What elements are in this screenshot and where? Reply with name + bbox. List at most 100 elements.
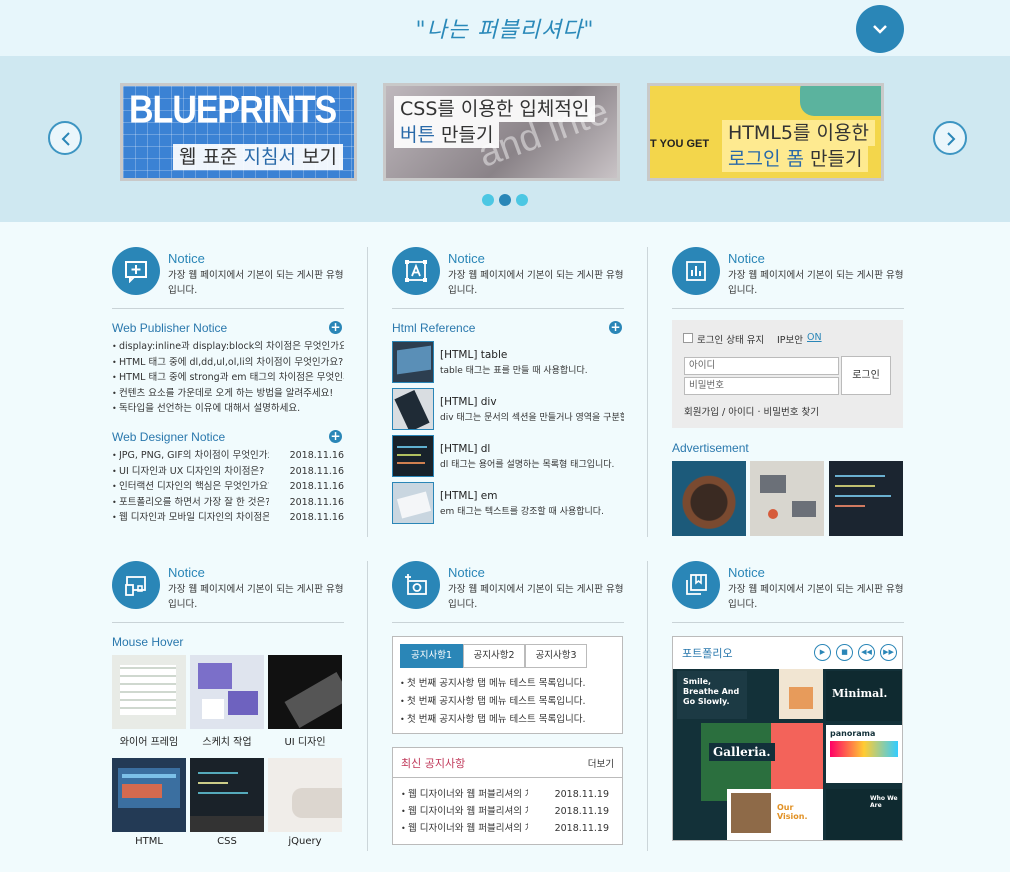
tab-notice-2[interactable]: 공지사항2 bbox=[463, 644, 525, 668]
designer-notice-title[interactable]: Web Designer Notice bbox=[112, 430, 225, 444]
reference-item[interactable]: [HTML] dl dl 태그는 용어를 설명하는 목록형 태그입니다. bbox=[392, 435, 624, 477]
portfolio-card: Our Vision. bbox=[727, 789, 823, 840]
gallery-image-jquery[interactable] bbox=[268, 758, 342, 832]
item-date: 2018.11.16 bbox=[285, 448, 344, 464]
gallery-image-sketch[interactable] bbox=[190, 655, 264, 729]
tab-notice-1[interactable]: 공지사항1 bbox=[400, 644, 463, 668]
keep-login-checkbox[interactable] bbox=[683, 333, 693, 343]
slider-dot[interactable] bbox=[482, 194, 494, 206]
list-item[interactable]: 첫 번째 공지사항 탭 메뉴 테스트 목록입니다. bbox=[400, 693, 615, 711]
list-item[interactable]: 포트폴리오를 하면서 가장 잘 한 것은? 2018.11.16 bbox=[112, 494, 344, 511]
tab-content-list: 첫 번째 공지사항 탭 메뉴 테스트 목록입니다. 첫 번째 공지사항 탭 메뉴… bbox=[400, 675, 615, 729]
gallery-image-html[interactable] bbox=[112, 758, 186, 832]
slide-css-button[interactable]: and inte CSS를 이용한 입체적인 버튼 만들기 bbox=[383, 83, 620, 181]
item-title: 인터랙션 디자인의 핵심은 무엇인가요? bbox=[119, 481, 269, 493]
more-plus-icon[interactable]: + bbox=[329, 430, 342, 443]
signup-find-links[interactable]: 회원가입 / 아이디 · 비밀번호 찾기 bbox=[684, 404, 819, 418]
ad-image-3[interactable] bbox=[829, 461, 903, 536]
portfolio-card bbox=[779, 669, 823, 719]
notice-description: 가장 웹 페이지에서 기본이 되는 게시판 유형입니다. bbox=[728, 584, 904, 610]
tab-notice-3[interactable]: 공지사항3 bbox=[525, 644, 587, 668]
bookmark-pages-icon bbox=[686, 574, 707, 595]
publisher-notice-list: display:inline과 display:block의 차이점은 무엇인가… bbox=[112, 339, 344, 417]
more-plus-icon[interactable]: + bbox=[329, 321, 342, 334]
list-item[interactable]: HTML 태그 중에 strong과 em 태그의 차이점은 무엇인가요? bbox=[112, 370, 344, 386]
list-item[interactable]: 웹 디자이너와 웹 퍼블리셔의 차이 2018.11.19 bbox=[401, 803, 609, 820]
prev-button[interactable]: ◀◀ bbox=[858, 644, 875, 661]
list-item[interactable]: 웹 디자인과 모바일 디자인의 차이점은? 2018.11.16 bbox=[112, 510, 344, 526]
notice-header: Notice 가장 웹 페이지에서 기본이 되는 게시판 유형입니다. bbox=[392, 561, 624, 621]
divider bbox=[672, 622, 904, 623]
card-text: Our Vision. bbox=[777, 803, 808, 821]
notice-title[interactable]: Notice bbox=[448, 251, 485, 266]
publisher-notice-title[interactable]: Web Publisher Notice bbox=[112, 321, 227, 335]
gallery-caption: UI 디자인 bbox=[284, 737, 326, 748]
list-item[interactable]: 웹 디자이너와 웹 퍼블리셔의 차이 2018.11.19 bbox=[401, 786, 609, 803]
portfolio-gallery[interactable]: Smile, Breathe And Go Slowly. Minimal. G… bbox=[673, 669, 902, 840]
list-item[interactable]: JPG, PNG, GIF의 차이점이 무엇인가요? 2018.11.16 bbox=[112, 448, 344, 464]
notice-title[interactable]: Notice bbox=[168, 251, 205, 266]
next-button[interactable]: ▶▶ bbox=[880, 644, 897, 661]
gallery-image-wireframe[interactable] bbox=[112, 655, 186, 729]
reference-item[interactable]: [HTML] em em 태그는 텍스트를 강조할 때 사용합니다. bbox=[392, 482, 624, 524]
caption-highlight: 로그인 폼 bbox=[728, 148, 804, 170]
bar-chart-icon bbox=[686, 261, 706, 281]
play-button[interactable]: ▶ bbox=[814, 644, 831, 661]
item-date: 2018.11.19 bbox=[550, 786, 609, 803]
reference-description: div 태그는 문서의 섹션을 만들거나 영역을 구분할 때 사용합니다. bbox=[440, 413, 624, 423]
list-item[interactable]: display:inline과 display:block의 차이점은 무엇인가… bbox=[112, 339, 344, 355]
reference-title: [HTML] div bbox=[440, 396, 497, 408]
decorative-shape bbox=[800, 86, 881, 116]
list-item[interactable]: 컨텐츠 요소를 가운데로 오게 하는 방법을 알려주세요! bbox=[112, 386, 344, 402]
reference-title: [HTML] em bbox=[440, 490, 498, 502]
slider-dot[interactable] bbox=[516, 194, 528, 206]
list-item[interactable]: 첫 번째 공지사항 탭 메뉴 테스트 목록입니다. bbox=[400, 675, 615, 693]
item-date: 2018.11.16 bbox=[285, 510, 344, 526]
column-divider bbox=[367, 247, 368, 537]
notice-title[interactable]: Notice bbox=[448, 565, 485, 580]
notice-title[interactable]: Notice bbox=[728, 565, 765, 580]
item-title: UI 디자인과 UX 디자인의 차이점은? bbox=[119, 465, 265, 477]
password-input[interactable]: 비밀번호 bbox=[684, 377, 839, 395]
item-date: 2018.11.19 bbox=[550, 820, 609, 837]
list-item[interactable]: HTML 태그 중에 dl,dd,ul,ol,li의 차이점이 무엇인가요? bbox=[112, 355, 344, 371]
item-title: 웹 디자이너와 웹 퍼블리셔의 차이 bbox=[408, 823, 528, 834]
menu-toggle-button[interactable] bbox=[856, 5, 904, 53]
item-title: 포트폴리오를 하면서 가장 잘 한 것은? bbox=[119, 496, 269, 508]
reference-description: dl 태그는 용어를 설명하는 목록형 태그입니다. bbox=[440, 460, 615, 470]
stop-button[interactable]: ■ bbox=[836, 644, 853, 661]
ip-security-label: IP보안 bbox=[777, 335, 804, 346]
reference-item[interactable]: [HTML] table table 태그는 표를 만들 때 사용합니다. bbox=[392, 341, 624, 383]
html-reference-title[interactable]: Html Reference bbox=[392, 321, 475, 335]
divider bbox=[393, 777, 622, 778]
list-item[interactable]: 인터랙션 디자인의 핵심은 무엇인가요? 2018.11.16 bbox=[112, 479, 344, 495]
portfolio-card: Who We Are bbox=[826, 789, 902, 840]
more-plus-icon[interactable]: + bbox=[609, 321, 622, 334]
slide-caption: 웹 표준 지침서 보기 bbox=[173, 144, 343, 170]
list-item[interactable]: 첫 번째 공지사항 탭 메뉴 테스트 목록입니다. bbox=[400, 711, 615, 729]
gallery-image-css[interactable] bbox=[190, 758, 264, 832]
slide-heading: CSS를 이용한 입체적인 bbox=[394, 96, 596, 122]
notice-title[interactable]: Notice bbox=[728, 251, 765, 266]
notice-badge bbox=[392, 561, 440, 609]
ad-image-2[interactable] bbox=[750, 461, 824, 536]
slider-next-button[interactable] bbox=[933, 121, 967, 155]
login-button[interactable]: 로그인 bbox=[841, 356, 891, 395]
list-item[interactable]: 독타입을 선언하는 이유에 대해서 설명하세요. bbox=[112, 401, 344, 417]
list-item[interactable]: 웹 디자이너와 웹 퍼블리셔의 차이 2018.11.19 bbox=[401, 820, 609, 837]
reference-item[interactable]: [HTML] div div 태그는 문서의 섹션을 만들거나 영역을 구분할 … bbox=[392, 388, 624, 430]
slider-dot-active[interactable] bbox=[499, 194, 511, 206]
slide-heading: HTML5를 이용한 bbox=[722, 120, 875, 146]
list-item[interactable]: UI 디자인과 UX 디자인의 차이점은? 2018.11.16 bbox=[112, 463, 344, 480]
slider-prev-button[interactable] bbox=[48, 121, 82, 155]
ip-security-toggle[interactable]: ON bbox=[807, 332, 822, 343]
notice-title[interactable]: Notice bbox=[168, 565, 205, 580]
slide-html5-login[interactable]: T YOU GET HTML5를 이용한 로그인 폼 만들기 bbox=[647, 83, 884, 181]
more-link[interactable]: 더보기 bbox=[588, 756, 614, 770]
ad-image-1[interactable] bbox=[672, 461, 746, 536]
gallery-image-ui[interactable] bbox=[268, 655, 342, 729]
slide-blueprints[interactable]: BLUEPRINTS 웹 표준 지침서 보기 bbox=[120, 83, 357, 181]
id-input[interactable]: 아이디 bbox=[684, 357, 839, 375]
item-date: 2018.11.19 bbox=[550, 803, 609, 820]
card-text: Who We Are bbox=[870, 795, 898, 809]
